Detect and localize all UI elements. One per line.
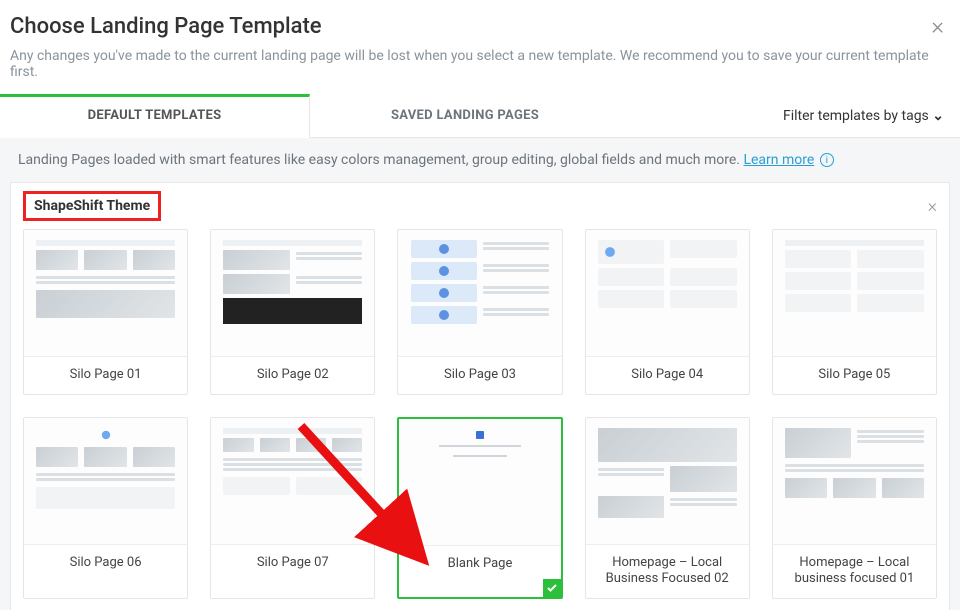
close-icon[interactable]: × bbox=[931, 12, 944, 40]
warning-text: Any changes you've made to the current l… bbox=[0, 48, 960, 94]
template-card[interactable]: Silo Page 07 bbox=[210, 417, 375, 599]
template-label: Silo Page 05 bbox=[773, 356, 936, 394]
templates-grid: Silo Page 01 Silo Page 02 bbox=[23, 229, 937, 599]
desc-text: Landing Pages loaded with smart features… bbox=[18, 152, 743, 168]
section-description: Landing Pages loaded with smart features… bbox=[10, 152, 950, 182]
filter-label: Filter templates by tags bbox=[783, 108, 929, 124]
template-label: Homepage – Local business focused 01 bbox=[773, 544, 936, 598]
template-thumbnail bbox=[24, 418, 187, 544]
selected-check-icon bbox=[543, 579, 561, 597]
tab-default-templates[interactable]: DEFAULT TEMPLATES bbox=[0, 94, 310, 138]
template-card[interactable]: Silo Page 04 bbox=[585, 229, 750, 395]
template-label: Silo Page 04 bbox=[586, 356, 749, 394]
learn-more-link[interactable]: Learn more bbox=[743, 152, 814, 168]
template-thumbnail bbox=[24, 230, 187, 356]
theme-panel: ShapeShift Theme × Silo Page 01 bbox=[10, 182, 950, 610]
template-label: Silo Page 03 bbox=[398, 356, 561, 394]
template-thumbnail bbox=[399, 419, 560, 545]
template-thumbnail bbox=[211, 418, 374, 544]
chevron-down-icon: ⌄ bbox=[932, 108, 944, 124]
template-thumbnail bbox=[211, 230, 374, 356]
template-label: Silo Page 02 bbox=[211, 356, 374, 394]
theme-title: ShapeShift Theme bbox=[23, 191, 161, 221]
filter-by-tags[interactable]: Filter templates by tags ⌄ bbox=[783, 108, 944, 124]
template-card[interactable]: Silo Page 01 bbox=[23, 229, 188, 395]
template-card[interactable]: Homepage – Local business focused 01 bbox=[772, 417, 937, 599]
panel-header: ShapeShift Theme × bbox=[23, 191, 937, 221]
blank-icon bbox=[476, 431, 484, 439]
template-label: Homepage – Local Business Focused 02 bbox=[586, 544, 749, 598]
template-thumbnail bbox=[773, 418, 936, 544]
template-thumbnail bbox=[586, 418, 749, 544]
template-label: Blank Page bbox=[399, 545, 560, 583]
template-thumbnail bbox=[586, 230, 749, 356]
template-label: Silo Page 07 bbox=[211, 544, 374, 582]
panel-close-icon[interactable]: × bbox=[928, 196, 937, 217]
template-card[interactable]: Silo Page 05 bbox=[772, 229, 937, 395]
template-card[interactable]: Silo Page 03 bbox=[397, 229, 562, 395]
template-thumbnail bbox=[773, 230, 936, 356]
template-card[interactable]: Silo Page 02 bbox=[210, 229, 375, 395]
template-label: Silo Page 06 bbox=[24, 544, 187, 582]
content-area: Landing Pages loaded with smart features… bbox=[0, 138, 960, 610]
modal-header: Choose Landing Page Template × bbox=[0, 0, 960, 48]
template-card[interactable]: Homepage – Local Business Focused 02 bbox=[585, 417, 750, 599]
tab-saved-landing-pages[interactable]: SAVED LANDING PAGES bbox=[310, 94, 620, 137]
template-card-selected[interactable]: Blank Page bbox=[397, 417, 562, 599]
tabs-row: DEFAULT TEMPLATES SAVED LANDING PAGES Fi… bbox=[0, 94, 960, 138]
info-icon[interactable]: i bbox=[820, 153, 834, 167]
template-label: Silo Page 01 bbox=[24, 356, 187, 394]
template-thumbnail bbox=[398, 230, 561, 356]
page-title: Choose Landing Page Template bbox=[10, 14, 322, 39]
template-card[interactable]: Silo Page 06 bbox=[23, 417, 188, 599]
